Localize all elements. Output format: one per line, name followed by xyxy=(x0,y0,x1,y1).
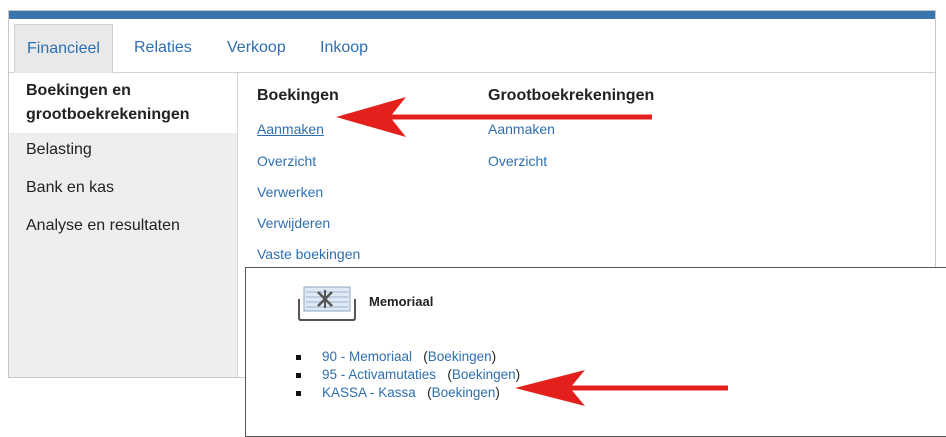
bullet-icon xyxy=(296,355,301,360)
journal-90-boekingen-link[interactable]: Boekingen xyxy=(428,349,492,364)
boekingen-overzicht-link[interactable]: Overzicht xyxy=(257,153,316,169)
tab-inkoop[interactable]: Inkoop xyxy=(308,24,380,72)
top-accent-bar xyxy=(9,11,935,19)
bullet-icon xyxy=(296,373,301,378)
sidebar-item-bank-en-kas[interactable]: Bank en kas xyxy=(9,169,237,207)
memoriaal-title: Memoriaal xyxy=(369,294,434,309)
list-item: 90 - Memoriaal (Boekingen) xyxy=(296,348,520,366)
sidebar-item-analyse-en-resultaten[interactable]: Analyse en resultaten xyxy=(9,207,237,245)
paren-close: ) xyxy=(491,349,497,364)
sidebar-item-label: Boekingen en xyxy=(26,82,131,99)
list-item: 95 - Activamutaties (Boekingen) xyxy=(296,366,520,384)
paren-close: ) xyxy=(515,367,521,382)
tab-financieel[interactable]: Financieel xyxy=(14,24,113,73)
boekingen-vaste-boekingen-link[interactable]: Vaste boekingen xyxy=(257,246,360,262)
boekingen-verwijderen-link[interactable]: Verwijderen xyxy=(257,215,330,231)
main-tab-bar: Financieel Relaties Verkoop Inkoop xyxy=(9,19,935,73)
memoriaal-panel: Memoriaal 90 - Memoriaal (Boekingen) 95 … xyxy=(245,267,946,437)
sidebar-item-belasting[interactable]: Belasting xyxy=(9,131,237,169)
tab-relaties[interactable]: Relaties xyxy=(122,24,204,72)
list-item: KASSA - Kassa (Boekingen) xyxy=(296,384,520,402)
sidebar-item-boekingen-en-grootboekrekeningen[interactable]: Boekingen en grootboekrekeningen xyxy=(9,73,237,133)
paren-open: ( xyxy=(439,367,452,382)
boekingen-aanmaken-link[interactable]: Aanmaken xyxy=(257,121,324,137)
journal-list: 90 - Memoriaal (Boekingen) 95 - Activamu… xyxy=(296,348,520,402)
boekingen-verwerken-link[interactable]: Verwerken xyxy=(257,184,323,200)
sidebar-item-label: grootboekrekeningen xyxy=(26,106,190,123)
paren-open: ( xyxy=(419,385,432,400)
paren-close: ) xyxy=(495,385,500,400)
boekingen-heading: Boekingen xyxy=(257,87,339,104)
journal-kassa-boekingen-link[interactable]: Boekingen xyxy=(432,385,496,400)
tab-verkoop[interactable]: Verkoop xyxy=(215,24,298,72)
sidebar: Boekingen en grootboekrekeningen Belasti… xyxy=(9,73,238,377)
grootboek-overzicht-link[interactable]: Overzicht xyxy=(488,153,547,169)
grootboek-heading: Grootboekrekeningen xyxy=(488,87,655,104)
memoriaal-journal-icon xyxy=(298,286,356,321)
bullet-icon xyxy=(296,391,301,396)
grootboek-aanmaken-link[interactable]: Aanmaken xyxy=(488,121,555,137)
journal-95-link[interactable]: 95 - Activamutaties xyxy=(322,367,436,382)
paren-open: ( xyxy=(415,349,428,364)
journal-90-link[interactable]: 90 - Memoriaal xyxy=(322,349,412,364)
journal-kassa-link[interactable]: KASSA - Kassa xyxy=(322,385,416,400)
journal-95-boekingen-link[interactable]: Boekingen xyxy=(452,367,516,382)
